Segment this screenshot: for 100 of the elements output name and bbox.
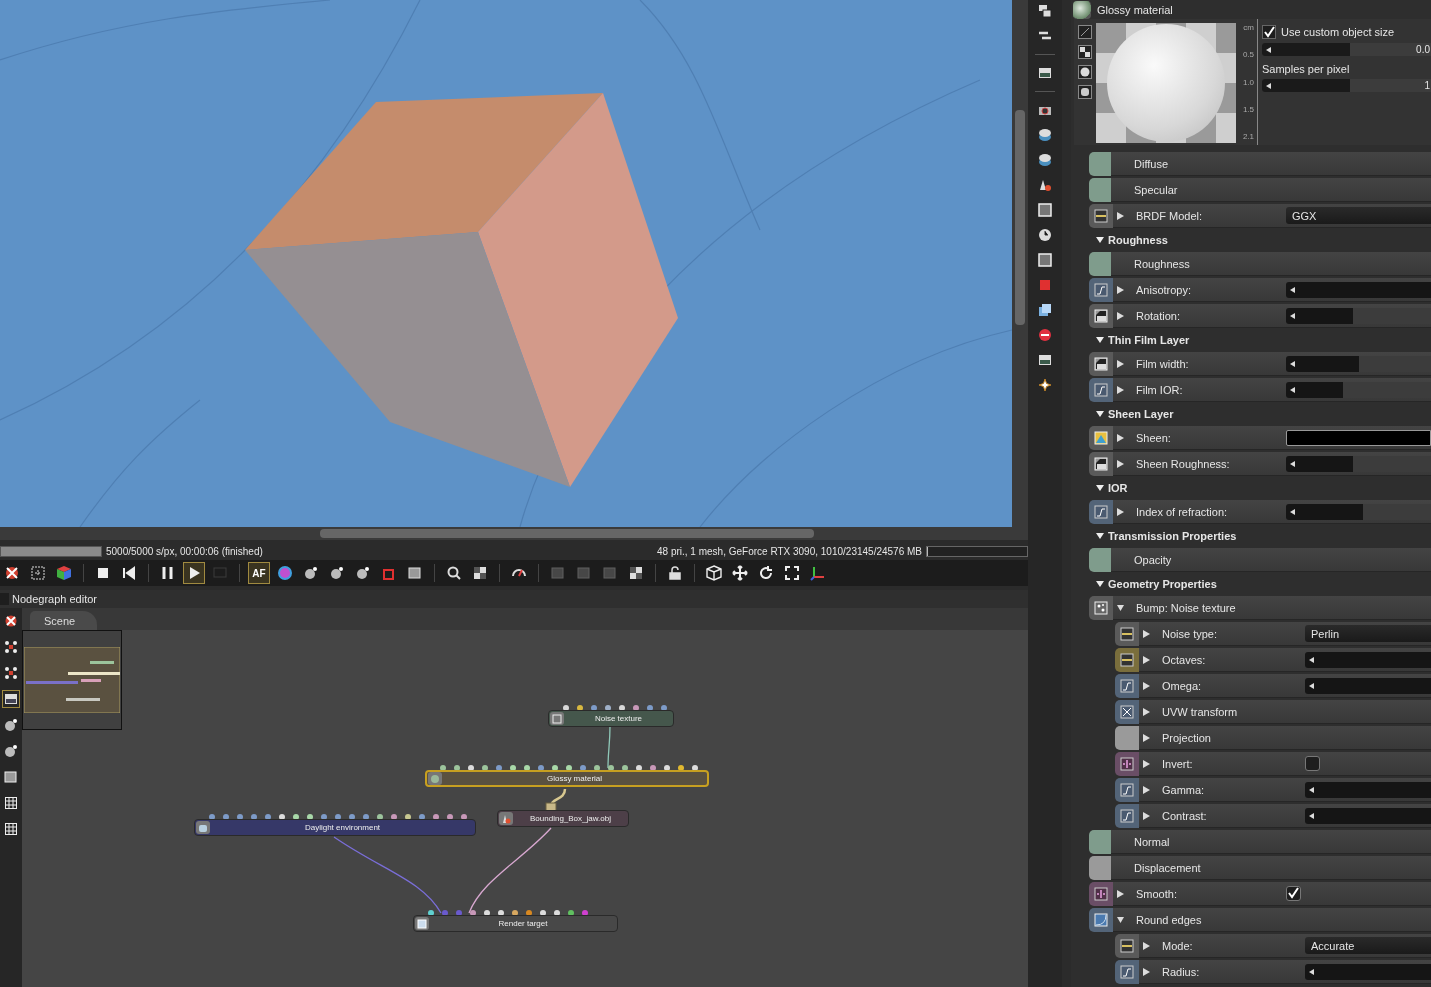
slider[interactable] [1286,455,1431,472]
minimap[interactable] [22,630,122,730]
grid-icon[interactable] [2,820,20,838]
input-type-icon[interactable] [1089,596,1113,620]
pin-swatch[interactable] [1089,830,1111,854]
sphere-icon[interactable] [1078,65,1092,79]
expand-arrow-icon[interactable] [1143,629,1150,638]
expand-arrow-icon[interactable] [1143,785,1150,794]
box-icon[interactable] [1038,303,1052,317]
input-type-icon[interactable] [1089,352,1113,376]
image-icon[interactable] [1038,66,1052,80]
slider[interactable] [1286,381,1431,398]
rounded-square-icon[interactable] [1078,85,1092,99]
input-type-icon[interactable] [1115,804,1139,828]
frame-icon[interactable] [2,768,20,786]
disk-icon[interactable] [1038,128,1052,142]
slider[interactable] [1286,355,1431,372]
decrement-icon[interactable] [1290,460,1295,467]
expand-arrow-icon[interactable] [1117,459,1124,468]
input-type-icon[interactable] [1115,752,1139,776]
decrement-icon[interactable] [1290,286,1295,293]
collapse-arrow-icon[interactable] [1096,236,1104,244]
grid-icon[interactable] [2,794,20,812]
slider[interactable] [1286,503,1431,520]
expand-arrow-icon[interactable] [1143,655,1150,664]
section-title[interactable]: Geometry Properties [1108,578,1217,590]
expand-arrow-icon[interactable] [1117,385,1124,394]
pin-swatch[interactable] [1089,252,1111,276]
slider[interactable] [1305,651,1431,668]
pin-swatch[interactable] [1089,152,1111,176]
block-icon[interactable] [1038,278,1052,292]
graph-node[interactable]: Glossy material [425,770,709,787]
decrement-icon[interactable] [1309,656,1314,663]
graph-node[interactable]: Render target [413,915,618,932]
input-type-icon[interactable] [1089,378,1113,402]
decrement-icon[interactable] [1290,508,1295,515]
decrement-icon[interactable] [1290,360,1295,367]
color-swatch[interactable] [1286,429,1431,446]
section-title[interactable]: Transmission Properties [1108,530,1237,542]
dropdown[interactable]: Accurate [1305,937,1431,954]
graph-node[interactable]: Bounding_Box_jaw.obj [497,810,629,827]
star-icon[interactable] [1038,378,1052,392]
decrement-icon[interactable] [1290,386,1295,393]
expand-arrow-icon[interactable] [1143,733,1150,742]
expand-arrow-icon[interactable] [1117,507,1124,516]
vertical-scrollbar[interactable] [1012,0,1028,527]
graph-node[interactable]: Noise texture [548,710,674,727]
input-type-icon[interactable] [1089,304,1113,328]
checker-icon[interactable] [1078,45,1092,59]
input-type-icon[interactable] [1115,726,1139,750]
input-type-icon[interactable] [1115,622,1139,646]
section-title[interactable]: IOR [1108,482,1128,494]
decrement-icon[interactable] [1309,682,1314,689]
expand-arrow-icon[interactable] [1117,211,1124,220]
input-type-icon[interactable] [1115,700,1139,724]
input-type-icon[interactable] [1115,778,1139,802]
pin-swatch[interactable] [1089,856,1111,880]
collapse-arrow-icon[interactable] [1096,410,1104,418]
section-title[interactable]: Roughness [1108,234,1168,246]
decrement-icon[interactable] [1266,82,1271,89]
expand-arrow-icon[interactable] [1143,811,1150,820]
input-type-icon[interactable] [1115,674,1139,698]
input-type-icon[interactable] [1115,934,1139,958]
autofocus-button[interactable]: AF [248,562,270,584]
input-type-icon[interactable] [1089,500,1113,524]
input-type-icon[interactable] [1115,648,1139,672]
collapse-arrow-icon[interactable] [1096,336,1104,344]
graph-node[interactable]: Daylight environment [194,819,476,836]
expand-arrow-icon[interactable] [1117,889,1124,898]
input-type-icon[interactable] [1089,908,1113,932]
decrement-icon[interactable] [1266,46,1271,53]
input-type-icon[interactable] [1089,426,1113,450]
scene-tab[interactable]: Scene [30,611,98,630]
slider[interactable] [1286,281,1431,298]
section-title[interactable]: Sheen Layer [1108,408,1174,420]
slider[interactable] [1286,307,1431,324]
input-type-icon[interactable] [1089,452,1113,476]
expand-arrow-icon[interactable] [1117,915,1124,924]
expand-arrow-icon[interactable] [1117,311,1124,320]
expand-arrow-icon[interactable] [1143,707,1150,716]
checkbox[interactable] [1305,756,1320,771]
collapse-arrow-icon[interactable] [1096,532,1104,540]
section-title[interactable]: Thin Film Layer [1108,334,1190,346]
expand-arrow-icon[interactable] [1117,433,1124,442]
expand-icon[interactable] [2,638,20,656]
diagonal-icon[interactable] [1078,25,1092,39]
slider[interactable] [1305,807,1431,824]
clock-icon[interactable] [1038,228,1052,242]
collapse-arrow-icon[interactable] [1096,484,1104,492]
expand-arrow-icon[interactable] [1143,941,1150,950]
expand-icon[interactable] [2,664,20,682]
pin-swatch[interactable] [1089,548,1111,572]
expand-arrow-icon[interactable] [1117,285,1124,294]
input-type-icon[interactable] [1115,960,1139,984]
slider[interactable] [1305,963,1431,980]
decrement-icon[interactable] [1290,312,1295,319]
checkbox[interactable] [1286,886,1301,901]
decrement-icon[interactable] [1309,968,1314,975]
horizontal-scrollbar[interactable] [0,527,1028,540]
box-icon[interactable] [703,562,725,584]
